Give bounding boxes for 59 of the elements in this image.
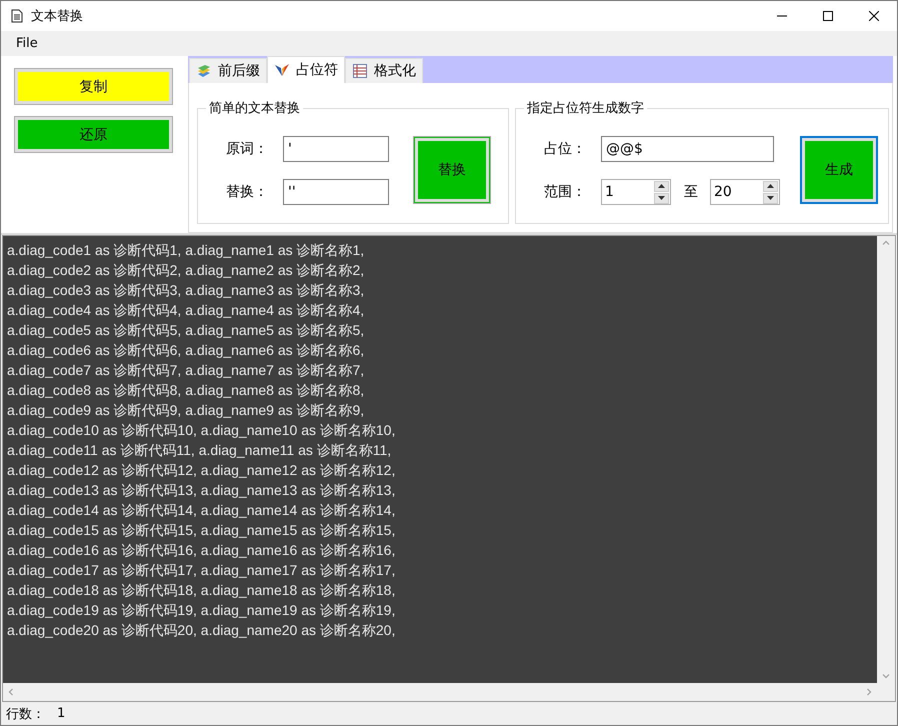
document-icon — [11, 9, 23, 23]
input-field[interactable]: ' — [283, 136, 389, 162]
generate-button[interactable]: 生成 — [800, 136, 878, 204]
down-arrow-icon — [767, 196, 774, 200]
status-label: 行数： — [6, 706, 45, 722]
window-title: 文本替换 — [31, 8, 84, 25]
up-arrow-icon — [767, 184, 774, 188]
tab-label: 前后缀 — [218, 62, 260, 80]
code-line: a.diag_code20 as 诊断代码20, a.diag_name20 as 诊断名称20, — [7, 621, 396, 640]
close-icon — [869, 11, 879, 21]
replace-button[interactable]: 替换 — [413, 136, 491, 204]
code-line: a.diag_code12 as 诊断代码12, a.diag_name12 as 诊断名称12, — [7, 461, 396, 480]
code-line: a.diag_code16 as 诊断代码16, a.diag_name16 as 诊断名称16, — [7, 541, 396, 560]
side-button[interactable]: 复制 — [14, 68, 173, 105]
group-title: 简单的文本替换 — [208, 100, 301, 117]
field-label: 原词： — [226, 140, 269, 158]
spin-up-button[interactable] — [654, 180, 669, 192]
spin-up-button[interactable] — [763, 180, 778, 192]
code-line: a.diag_code10 as 诊断代码10, a.diag_name10 as 诊断名称10, — [7, 421, 396, 440]
code-line: a.diag_code19 as 诊断代码19, a.diag_name19 as 诊断名称19, — [7, 601, 396, 620]
group-title: 指定占位符生成数字 — [526, 100, 645, 117]
tab[interactable]: 前后缀 — [189, 58, 267, 83]
code-line: a.diag_code15 as 诊断代码15, a.diag_name15 as 诊断名称15, — [7, 521, 396, 540]
down-arrow-icon — [658, 196, 665, 200]
tab-label: 格式化 — [374, 62, 416, 80]
tab-label: 占位符 — [296, 61, 338, 79]
input-field[interactable]: '' — [283, 178, 389, 204]
code-line: a.diag_code17 as 诊断代码17, a.diag_name17 as 诊断名称17, — [7, 561, 396, 580]
tab[interactable]: 格式化 — [345, 58, 423, 83]
input-field[interactable]: @@$ — [601, 136, 774, 162]
spin-down-button[interactable] — [654, 192, 669, 204]
code-line: a.diag_code6 as 诊断代码6, a.diag_name6 as 诊断名称6, — [7, 341, 366, 360]
code-line: a.diag_code5 as 诊断代码5, a.diag_name5 as 诊断名称5, — [7, 321, 366, 340]
code-line: a.diag_code18 as 诊断代码18, a.diag_name18 as 诊断名称18, — [7, 581, 396, 600]
code-line: a.diag_code11 as 诊断代码11, a.diag_name11 as 诊断名称11, — [7, 441, 392, 460]
field-label: 占位： — [544, 140, 587, 158]
code-line: a.diag_code13 as 诊断代码13, a.diag_name13 as 诊断名称13, — [7, 481, 396, 500]
code-line: a.diag_code4 as 诊断代码4, a.diag_name4 as 诊断名称4, — [7, 301, 366, 320]
butterfly-icon — [274, 62, 290, 78]
code-line: a.diag_code8 as 诊断代码8, a.diag_name8 as 诊断名称8, — [7, 381, 366, 400]
field-label: 范围： — [544, 182, 587, 200]
layers-icon — [196, 63, 212, 79]
spreadsheet-icon — [352, 63, 368, 79]
side-button[interactable]: 还原 — [14, 116, 173, 153]
code-line: a.diag_code9 as 诊断代码9, a.diag_name9 as 诊断名称9, — [7, 401, 366, 420]
menu-item[interactable]: File — [9, 36, 45, 51]
up-arrow-icon — [658, 184, 665, 188]
code-line: a.diag_code2 as 诊断代码2, a.diag_name2 as 诊断名称2, — [7, 261, 366, 280]
spin-down-button[interactable] — [763, 192, 778, 204]
field-label: 替换： — [226, 182, 269, 200]
tab[interactable]: 占位符 — [267, 56, 345, 83]
maximize-icon — [823, 11, 833, 21]
code-line: a.diag_code1 as 诊断代码1, a.diag_name1 as 诊断名称1, — [7, 241, 366, 260]
line-count: 1 — [57, 706, 66, 721]
code-line: a.diag_code14 as 诊断代码14, a.diag_name14 as 诊断名称14, — [7, 501, 396, 520]
code-line: a.diag_code3 as 诊断代码3, a.diag_name3 as 诊断名称3, — [7, 281, 366, 300]
text-editor[interactable] — [3, 236, 877, 683]
range-separator: 至 — [684, 182, 698, 200]
code-line: a.diag_code7 as 诊断代码7, a.diag_name7 as 诊断名称7, — [7, 361, 366, 380]
